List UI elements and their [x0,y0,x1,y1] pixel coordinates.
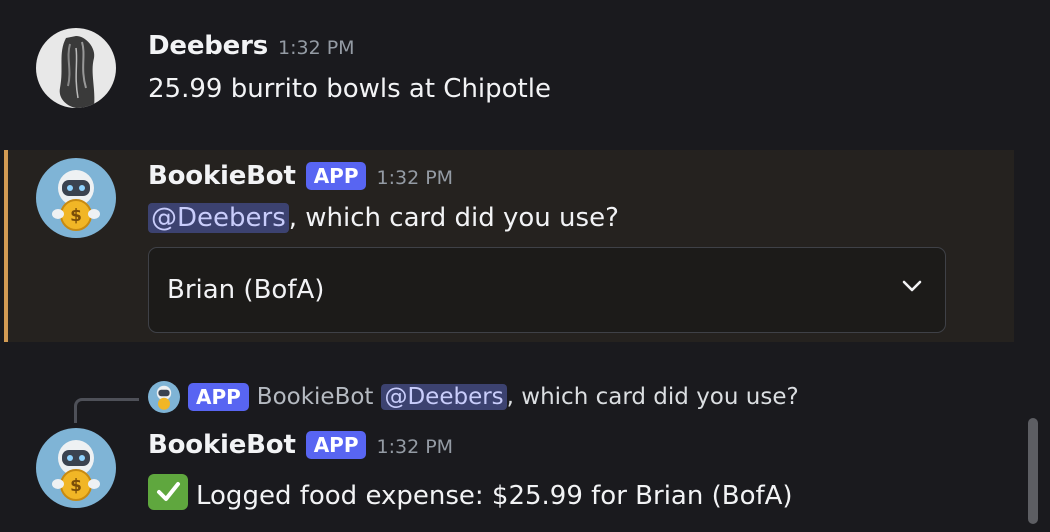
message-text-rest: , which card did you use? [288,203,619,233]
card-select-dropdown[interactable]: Brian (BofA) [148,247,946,333]
message-text: 25.99 burrito bowls at Chipotle [148,74,551,104]
avatar[interactable]: $ [36,158,116,238]
reply-text-rest: , which card did you use? [506,384,799,410]
message-header: Deebers 1:32 PM [148,31,355,61]
user-avatar-icon [36,28,116,108]
message-header: BookieBot APP 1:32 PM [148,430,453,460]
message-text: @Deebers, which card did you use? [148,203,619,233]
svg-text:$: $ [70,476,82,496]
app-badge: APP [305,431,367,459]
bot-avatar-icon [148,381,180,413]
select-value: Brian (BofA) [167,275,325,305]
app-badge: APP [188,383,249,411]
message-text-container: Logged food expense: $25.99 for Brian (B… [148,474,793,511]
message-text: Logged food expense: $25.99 for Brian (B… [196,481,793,511]
avatar[interactable]: $ [36,428,116,508]
username[interactable]: BookieBot [148,161,296,191]
bot-avatar-icon: $ [36,428,116,508]
reply-reference[interactable]: APP BookieBot @Deebers, which card did y… [148,381,799,413]
reply-text: @Deebers, which card did you use? [381,384,799,410]
user-mention[interactable]: @Deebers [148,203,289,233]
message-header: BookieBot APP 1:32 PM [148,161,453,191]
username[interactable]: BookieBot [148,430,296,460]
timestamp: 1:32 PM [278,37,355,59]
username[interactable]: Deebers [148,31,268,61]
avatar[interactable] [36,28,116,108]
timestamp: 1:32 PM [376,167,454,189]
app-badge: APP [305,162,367,190]
reply-connector [74,398,139,423]
scrollbar-thumb[interactable] [1028,418,1038,524]
reply-username: BookieBot [256,384,374,410]
bot-avatar-icon: $ [36,158,116,238]
chevron-down-icon [901,278,923,297]
svg-text:$: $ [70,206,82,226]
user-mention[interactable]: @Deebers [381,384,507,410]
timestamp: 1:32 PM [376,436,454,458]
check-mark-icon [148,474,188,510]
